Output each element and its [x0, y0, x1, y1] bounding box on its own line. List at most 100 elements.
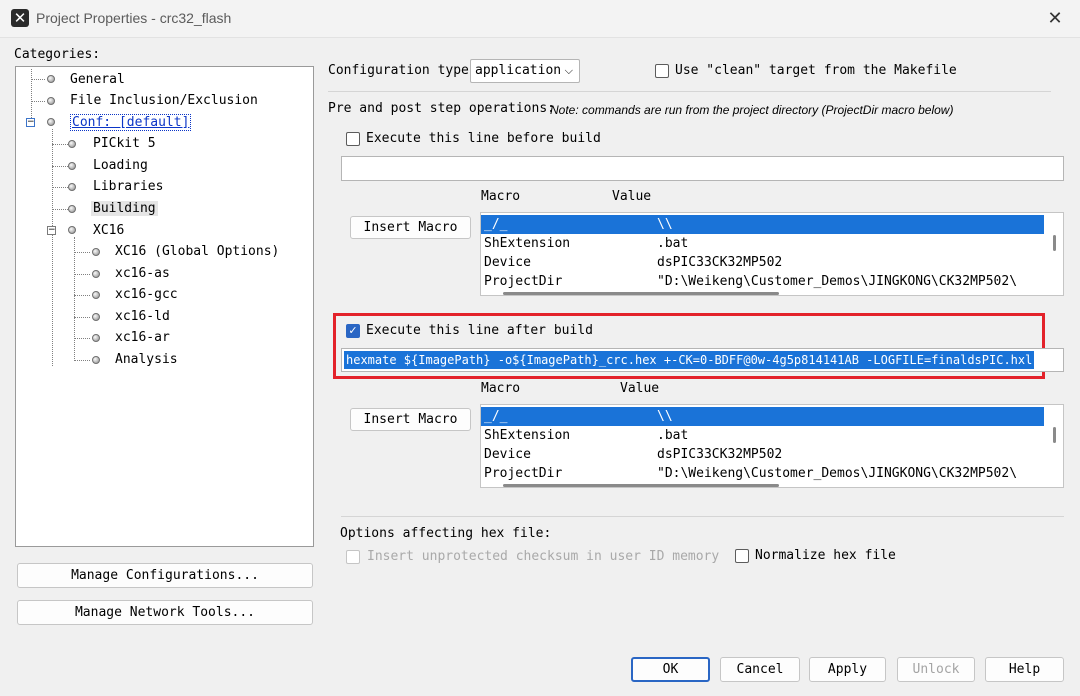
use-clean-checkbox[interactable] — [655, 64, 669, 78]
tree-line — [74, 252, 90, 253]
after-value-header: Value — [620, 381, 660, 396]
table-row[interactable]: ShExtension .bat — [481, 234, 1044, 253]
tree-item-xc16-ar[interactable]: xc16-ar — [115, 328, 170, 348]
apply-button[interactable]: Apply — [809, 657, 886, 682]
table-row[interactable]: ProjectDir "D:\Weikeng\Customer_Demos\JI… — [481, 272, 1044, 291]
before-macro-header: Macro — [481, 189, 521, 204]
value-cell: .bat — [657, 236, 689, 251]
after-macro-table[interactable]: _/_ \\ ShExtension .bat Device dsPIC33CK… — [480, 404, 1064, 488]
tree-node-icon — [68, 205, 76, 213]
tree-line — [52, 209, 68, 210]
tree-node-icon — [92, 356, 100, 364]
tree-line — [74, 338, 90, 339]
tree-item-loading[interactable]: Loading — [93, 156, 148, 176]
tree-item-building[interactable]: Building — [91, 199, 158, 219]
tree-item-xc16-gcc[interactable]: xc16-gcc — [115, 285, 178, 305]
tree-node-icon — [47, 97, 55, 105]
separator — [328, 91, 1051, 92]
tree-node-icon — [92, 270, 100, 278]
tree-node-icon — [68, 183, 76, 191]
tree-node-icon — [47, 75, 55, 83]
cancel-button[interactable]: Cancel — [720, 657, 800, 682]
table-row[interactable]: Device dsPIC33CK32MP502 — [481, 445, 1044, 464]
close-icon[interactable]: ✕ — [1042, 6, 1068, 32]
unlock-button: Unlock — [897, 657, 975, 682]
categories-tree[interactable]: General File Inclusion/Exclusion − Conf:… — [15, 66, 314, 547]
collapse-icon[interactable]: − — [26, 118, 35, 127]
prepost-label: Pre and post step operations: — [328, 101, 555, 116]
help-button[interactable]: Help — [985, 657, 1064, 682]
tree-node-icon — [92, 334, 100, 342]
macro-cell: _/_ — [484, 217, 508, 232]
tree-line — [31, 79, 45, 80]
tree-node-icon — [68, 162, 76, 170]
tree-node-icon — [92, 313, 100, 321]
tree-line — [31, 101, 45, 102]
before-build-command-field[interactable] — [341, 156, 1064, 181]
tree-line — [74, 274, 90, 275]
macro-cell: ProjectDir — [484, 274, 563, 289]
value-cell: \\ — [657, 409, 673, 424]
app-icon: ✕ — [11, 9, 29, 27]
config-type-select[interactable]: application ⌵ — [470, 59, 580, 83]
macro-cell: ShExtension — [484, 428, 571, 443]
tree-item-conf[interactable]: Conf: [default] — [70, 113, 192, 133]
config-type-value: application — [475, 63, 562, 78]
before-build-label: Execute this line before build — [366, 131, 601, 146]
ok-button[interactable]: OK — [631, 657, 710, 682]
after-insert-macro-button[interactable]: Insert Macro — [350, 408, 471, 431]
tree-line — [52, 187, 68, 188]
before-build-checkbox[interactable] — [346, 132, 360, 146]
table-row[interactable]: _/_ \\ — [481, 407, 1044, 426]
before-macro-table[interactable]: _/_ \\ ShExtension .bat Device dsPIC33CK… — [480, 212, 1064, 296]
config-type-label: Configuration type: — [328, 63, 477, 78]
collapse-icon[interactable]: − — [47, 226, 56, 235]
tree-item-xc16[interactable]: XC16 — [93, 221, 124, 241]
normalize-hex-label: Normalize hex file — [755, 548, 896, 563]
tree-node-icon — [92, 248, 100, 256]
macro-cell: ShExtension — [484, 236, 571, 251]
before-insert-macro-button[interactable]: Insert Macro — [350, 216, 471, 239]
horizontal-scrollbar[interactable] — [503, 484, 779, 487]
prepost-note: Note: commands are run from the project … — [550, 103, 954, 117]
window-title: Project Properties - crc32_flash — [36, 10, 232, 26]
after-build-command-field[interactable]: hexmate ${ImagePath} -o${ImagePath}_crc.… — [341, 348, 1064, 372]
tree-node-icon — [68, 226, 76, 234]
table-row[interactable]: _/_ \\ — [481, 215, 1044, 234]
after-build-checkbox[interactable]: ✓ — [346, 324, 360, 338]
table-row[interactable]: ShExtension .bat — [481, 426, 1044, 445]
tree-item-libraries[interactable]: Libraries — [93, 177, 163, 197]
manage-configurations-button[interactable]: Manage Configurations... — [17, 563, 313, 588]
manage-network-tools-button[interactable]: Manage Network Tools... — [17, 600, 313, 625]
tree-line — [74, 360, 90, 361]
table-row[interactable]: Device dsPIC33CK32MP502 — [481, 253, 1044, 272]
hex-options-label: Options affecting hex file: — [340, 526, 552, 541]
tree-item-analysis[interactable]: Analysis — [115, 350, 178, 370]
title-bar: ✕ Project Properties - crc32_flash ✕ — [0, 0, 1080, 38]
value-cell: .bat — [657, 428, 689, 443]
tree-item-xc16-as[interactable]: xc16-as — [115, 264, 170, 284]
chevron-down-icon: ⌵ — [564, 64, 573, 77]
horizontal-scrollbar[interactable] — [503, 292, 779, 295]
tree-node-icon — [68, 140, 76, 148]
tree-item-building-label: Building — [91, 201, 158, 216]
macro-cell: Device — [484, 255, 531, 270]
tree-item-file-inclusion[interactable]: File Inclusion/Exclusion — [70, 91, 258, 111]
tree-item-xc16-global[interactable]: XC16 (Global Options) — [115, 242, 279, 262]
value-cell: "D:\Weikeng\Customer_Demos\JINGKONG\CK32… — [657, 274, 1018, 289]
before-value-header: Value — [612, 189, 652, 204]
tree-item-pickit5[interactable]: PICkit 5 — [93, 134, 156, 154]
tree-line — [74, 317, 90, 318]
vertical-scrollbar[interactable] — [1053, 235, 1056, 251]
after-build-label: Execute this line after build — [366, 323, 593, 338]
tree-line — [52, 144, 68, 145]
normalize-hex-checkbox[interactable] — [735, 549, 749, 563]
insert-checksum-label: Insert unprotected checksum in user ID m… — [367, 549, 720, 564]
use-clean-label: Use "clean" target from the Makefile — [675, 63, 957, 78]
table-row[interactable]: ProjectDir "D:\Weikeng\Customer_Demos\JI… — [481, 464, 1044, 483]
tree-item-general[interactable]: General — [70, 70, 125, 90]
insert-checksum-checkbox — [346, 550, 360, 564]
tree-item-xc16-ld[interactable]: xc16-ld — [115, 307, 170, 327]
vertical-scrollbar[interactable] — [1053, 427, 1056, 443]
tree-node-icon — [47, 118, 55, 126]
